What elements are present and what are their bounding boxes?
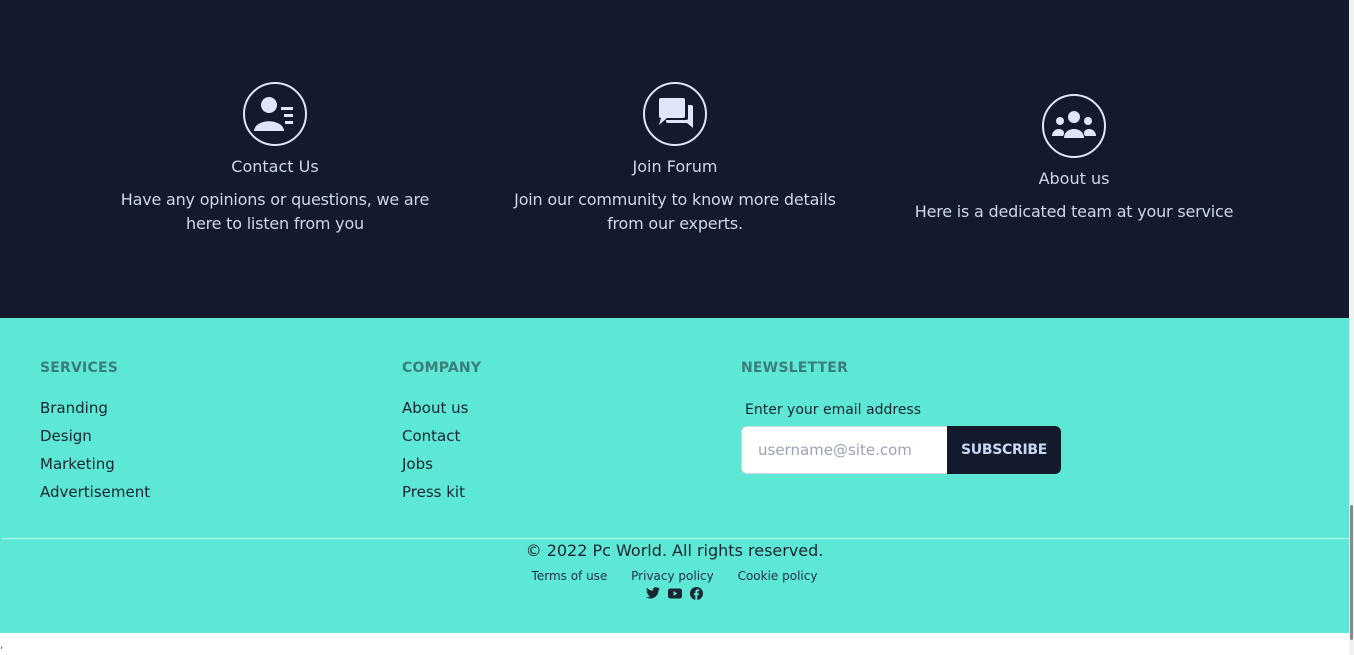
privacy-policy-link[interactable]: Privacy policy — [631, 569, 714, 583]
chat-bubbles-icon — [643, 82, 707, 146]
social-links — [0, 586, 1349, 600]
footer-link-advertisement[interactable]: Advertisement — [40, 478, 150, 506]
feature-title: Contact Us — [231, 157, 319, 176]
footer-link-jobs[interactable]: Jobs — [402, 450, 481, 478]
feature-about-us[interactable]: About us Here is a dedicated team at you… — [909, 94, 1239, 224]
feature-description: Have any opinions or questions, we are h… — [120, 190, 430, 233]
services-column: SERVICES Branding Design Marketing Adver… — [40, 360, 150, 506]
scrollbar[interactable] — [1349, 0, 1354, 655]
company-heading: COMPANY — [402, 360, 482, 376]
feature-contact-us[interactable]: Contact Us Have any opinions or question… — [110, 82, 440, 236]
features-section: Contact Us Have any opinions or question… — [0, 0, 1349, 318]
legal-links: Terms of use Privacy policy Cookie polic… — [0, 569, 1349, 583]
page: Contact Us Have any opinions or question… — [0, 0, 1354, 655]
team-icon — [1042, 94, 1106, 158]
youtube-icon[interactable] — [667, 586, 682, 600]
footer-divider — [2, 538, 1349, 539]
terms-of-use-link[interactable]: Terms of use — [532, 569, 608, 583]
facebook-icon[interactable] — [690, 586, 704, 600]
footer-link-contact[interactable]: Contact — [402, 422, 481, 450]
footer-link-press-kit[interactable]: Press kit — [402, 478, 481, 506]
subscribe-button[interactable]: SUBSCRIBE — [947, 426, 1061, 474]
services-heading: SERVICES — [40, 360, 118, 376]
feature-description: Join our community to know more details … — [514, 190, 836, 233]
newsletter-label: Enter your email address — [745, 402, 922, 418]
feature-title: Join Forum — [632, 157, 718, 176]
feature-description: Here is a dedicated team at your service — [914, 202, 1234, 221]
stray-mark: , — [0, 640, 4, 651]
newsletter-column: NEWSLETTER Enter your email address SUBS… — [741, 360, 1061, 474]
footer-link-about-us[interactable]: About us — [402, 394, 481, 422]
copyright-text: © 2022 Pc World. All rights reserved. — [525, 541, 824, 560]
company-column: COMPANY About us Contact Jobs Press kit — [402, 360, 481, 506]
footer-link-branding[interactable]: Branding — [40, 394, 150, 422]
scrollbar-thumb[interactable] — [1350, 505, 1353, 640]
contact-card-icon — [243, 82, 307, 146]
email-field[interactable] — [741, 426, 947, 474]
footer-link-design[interactable]: Design — [40, 422, 150, 450]
feature-join-forum[interactable]: Join Forum Join our community to know mo… — [510, 82, 840, 236]
newsletter-form: SUBSCRIBE — [741, 426, 1061, 474]
newsletter-heading: NEWSLETTER — [741, 360, 849, 376]
footer-link-marketing[interactable]: Marketing — [40, 450, 150, 478]
feature-title: About us — [1038, 169, 1110, 188]
site-footer: SERVICES Branding Design Marketing Adver… — [0, 318, 1349, 633]
twitter-icon[interactable] — [645, 586, 660, 600]
cookie-policy-link[interactable]: Cookie policy — [738, 569, 818, 583]
